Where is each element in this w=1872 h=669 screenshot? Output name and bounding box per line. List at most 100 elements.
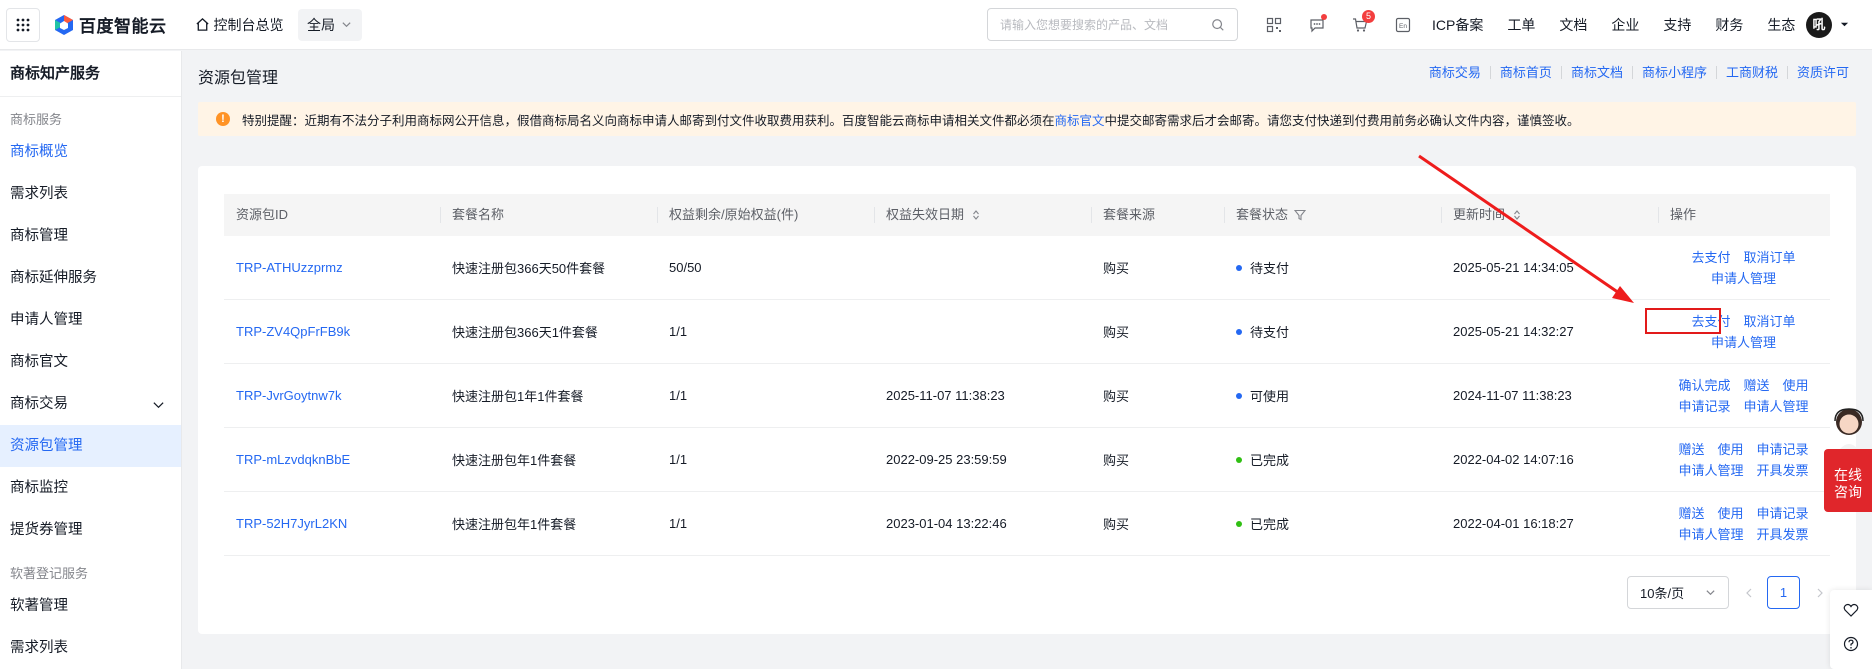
column-header-quota: 权益剩余/原始权益(件) bbox=[657, 194, 874, 236]
confirm-complete-button[interactable]: 确认完成 bbox=[1678, 375, 1730, 396]
cancel-order-button[interactable]: 取消订单 bbox=[1744, 247, 1796, 268]
sidebar-group-trademark: 商标服务 bbox=[10, 112, 63, 127]
sidebar-item-resource-packages[interactable]: 资源包管理 bbox=[0, 425, 181, 467]
help-icon[interactable] bbox=[1843, 636, 1859, 652]
use-button[interactable]: 使用 bbox=[1783, 375, 1809, 396]
package-updated: 2022-04-01 16:18:27 bbox=[1453, 516, 1574, 531]
resource-package-card: 资源包ID 套餐名称 权益剩余/原始权益(件) 权益失效日期 套餐来源 套餐状态… bbox=[198, 166, 1856, 634]
applicant-management-button[interactable]: 申请人管理 bbox=[1678, 524, 1743, 545]
package-id-link[interactable]: TRP-ZV4QpFrFB9k bbox=[224, 300, 440, 363]
column-header-id: 资源包ID bbox=[236, 207, 289, 222]
use-button[interactable]: 使用 bbox=[1717, 439, 1743, 460]
qrcode-button[interactable] bbox=[1260, 12, 1288, 38]
sidebar-item-applicants[interactable]: 申请人管理 bbox=[0, 299, 181, 341]
package-id-link[interactable]: TRP-mLzvdqknBbE bbox=[224, 428, 440, 491]
applicant-management-button[interactable]: 申请人管理 bbox=[1678, 460, 1743, 481]
sidebar-item-monitoring[interactable]: 商标监控 bbox=[0, 467, 181, 509]
nav-docs[interactable]: 文档 bbox=[1559, 15, 1587, 35]
issue-invoice-button[interactable]: 开具发票 bbox=[1757, 460, 1809, 481]
sidebar-item-overview[interactable]: 商标概览 bbox=[0, 131, 181, 173]
cancel-order-button[interactable]: 取消订单 bbox=[1744, 311, 1796, 332]
sidebar-item-requirements[interactable]: 需求列表 bbox=[0, 173, 181, 215]
row-actions: 赠送 使用 申请记录 申请人管理 开具发票 bbox=[1658, 492, 1830, 555]
link-trademark-home[interactable]: 商标首页 bbox=[1489, 66, 1561, 79]
region-scope-select[interactable]: 全局 bbox=[297, 8, 362, 41]
package-expire bbox=[874, 236, 1091, 299]
nav-finance[interactable]: 财务 bbox=[1715, 15, 1743, 35]
console-home-link[interactable]: 控制台总览 bbox=[195, 15, 284, 35]
link-business-tax[interactable]: 工商财税 bbox=[1715, 66, 1787, 79]
applicant-management-button[interactable]: 申请人管理 bbox=[1711, 268, 1776, 289]
online-consult-button[interactable]: 在线 咨询 bbox=[1824, 449, 1872, 512]
use-button[interactable]: 使用 bbox=[1717, 503, 1743, 524]
brand-logo[interactable]: 百度智能云 bbox=[53, 0, 167, 50]
sidebar-item-extended-services[interactable]: 商标延伸服务 bbox=[0, 257, 181, 299]
applicant-management-button[interactable]: 申请人管理 bbox=[1711, 332, 1776, 353]
gift-button[interactable]: 赠送 bbox=[1678, 503, 1704, 524]
annotation-highlight-box bbox=[1645, 308, 1721, 334]
language-button[interactable]: En bbox=[1389, 12, 1417, 38]
prev-page-button[interactable] bbox=[1735, 576, 1763, 609]
sidebar-item-software-management[interactable]: 软著管理 bbox=[0, 585, 181, 627]
sidebar-item-trademark-management[interactable]: 商标管理 bbox=[0, 215, 181, 257]
filter-icon[interactable] bbox=[1294, 209, 1307, 221]
messages-button[interactable] bbox=[1303, 12, 1331, 38]
gift-button[interactable]: 赠送 bbox=[1678, 439, 1704, 460]
table-row: TRP-ZV4QpFrFB9k 快速注册包366天1件套餐 1/1 购买 待支付… bbox=[224, 300, 1830, 364]
sidebar-item-vouchers[interactable]: 提货券管理 bbox=[0, 509, 181, 551]
caret-down-icon[interactable] bbox=[1840, 20, 1849, 29]
status-dot bbox=[1236, 392, 1242, 399]
package-id-link[interactable]: TRP-ATHUzzprmz bbox=[224, 236, 440, 299]
search-input[interactable] bbox=[1000, 17, 1211, 32]
sort-icon[interactable] bbox=[970, 209, 982, 221]
column-header-updated[interactable]: 更新时间 bbox=[1441, 194, 1658, 236]
package-status: 待支付 bbox=[1224, 300, 1441, 363]
column-header-updated-label: 更新时间 bbox=[1453, 207, 1506, 222]
nav-ticket[interactable]: 工单 bbox=[1507, 15, 1535, 35]
search-icon[interactable] bbox=[1211, 18, 1225, 32]
package-name: 快速注册包年1件套餐 bbox=[452, 453, 577, 468]
link-qualification[interactable]: 资质许可 bbox=[1786, 66, 1858, 79]
nav-ecosystem[interactable]: 生态 bbox=[1767, 15, 1795, 35]
package-name: 快速注册包366天1件套餐 bbox=[452, 325, 598, 340]
page-size-select[interactable]: 10条/页 bbox=[1627, 576, 1729, 609]
package-status: 待支付 bbox=[1224, 236, 1441, 299]
link-mini-program[interactable]: 商标小程序 bbox=[1631, 66, 1716, 79]
issue-invoice-button[interactable]: 开具发票 bbox=[1757, 524, 1809, 545]
sidebar-group-software-copyright: 软著登记服务 bbox=[10, 566, 89, 581]
column-header-status[interactable]: 套餐状态 bbox=[1224, 194, 1441, 236]
pay-button[interactable]: 去支付 bbox=[1691, 247, 1730, 268]
notice-text-before: 特别提醒：近期有不法分子利用商标网公开信息，假借商标局名义向商标申请人邮寄到付文… bbox=[242, 113, 1055, 128]
header-quick-links: 商标交易 商标首页 商标文档 商标小程序 工商财税 资质许可 bbox=[1420, 66, 1858, 79]
package-id-link[interactable]: TRP-JvrGoytnw7k bbox=[224, 364, 440, 427]
link-trademark-trading[interactable]: 商标交易 bbox=[1420, 66, 1490, 79]
application-records-button[interactable]: 申请记录 bbox=[1678, 396, 1730, 417]
application-records-button[interactable]: 申请记录 bbox=[1757, 439, 1809, 460]
sort-icon[interactable] bbox=[1511, 209, 1523, 221]
status-text: 待支付 bbox=[1250, 261, 1290, 276]
page-number-current[interactable]: 1 bbox=[1767, 576, 1800, 609]
notice-official-docs-link[interactable]: 商标官文 bbox=[1055, 110, 1105, 129]
top-nav-links: ICP备案 工单 文档 企业 支持 财务 生态 bbox=[1432, 0, 1819, 50]
status-dot bbox=[1236, 328, 1242, 335]
applicant-management-button[interactable]: 申请人管理 bbox=[1744, 396, 1809, 417]
application-records-button[interactable]: 申请记录 bbox=[1757, 503, 1809, 524]
heart-icon[interactable] bbox=[1843, 602, 1859, 618]
sidebar-item-trading[interactable]: 商标交易 bbox=[0, 383, 181, 425]
gift-button[interactable]: 赠送 bbox=[1743, 375, 1769, 396]
cart-button[interactable]: 5 bbox=[1346, 10, 1375, 38]
column-header-expire-date[interactable]: 权益失效日期 bbox=[874, 194, 1091, 236]
online-consult-widget[interactable]: 在线 咨询 bbox=[1824, 405, 1872, 512]
user-avatar[interactable]: 吼 bbox=[1806, 12, 1832, 38]
row-actions: 确认完成 赠送 使用 申请记录 申请人管理 bbox=[1658, 364, 1830, 427]
product-menu-button[interactable] bbox=[6, 7, 40, 42]
link-trademark-docs[interactable]: 商标文档 bbox=[1560, 66, 1632, 79]
package-id-link[interactable]: TRP-52H7JyrL2KN bbox=[224, 492, 440, 555]
sidebar-item-official-documents[interactable]: 商标官文 bbox=[0, 341, 181, 383]
nav-enterprise[interactable]: 企业 bbox=[1611, 15, 1639, 35]
nav-icp[interactable]: ICP备案 bbox=[1432, 15, 1483, 35]
package-name: 快速注册包1年1件套餐 bbox=[452, 389, 584, 404]
nav-support[interactable]: 支持 bbox=[1663, 15, 1691, 35]
package-quota: 1/1 bbox=[669, 324, 688, 339]
sidebar-item-software-requirements[interactable]: 需求列表 bbox=[0, 627, 181, 669]
